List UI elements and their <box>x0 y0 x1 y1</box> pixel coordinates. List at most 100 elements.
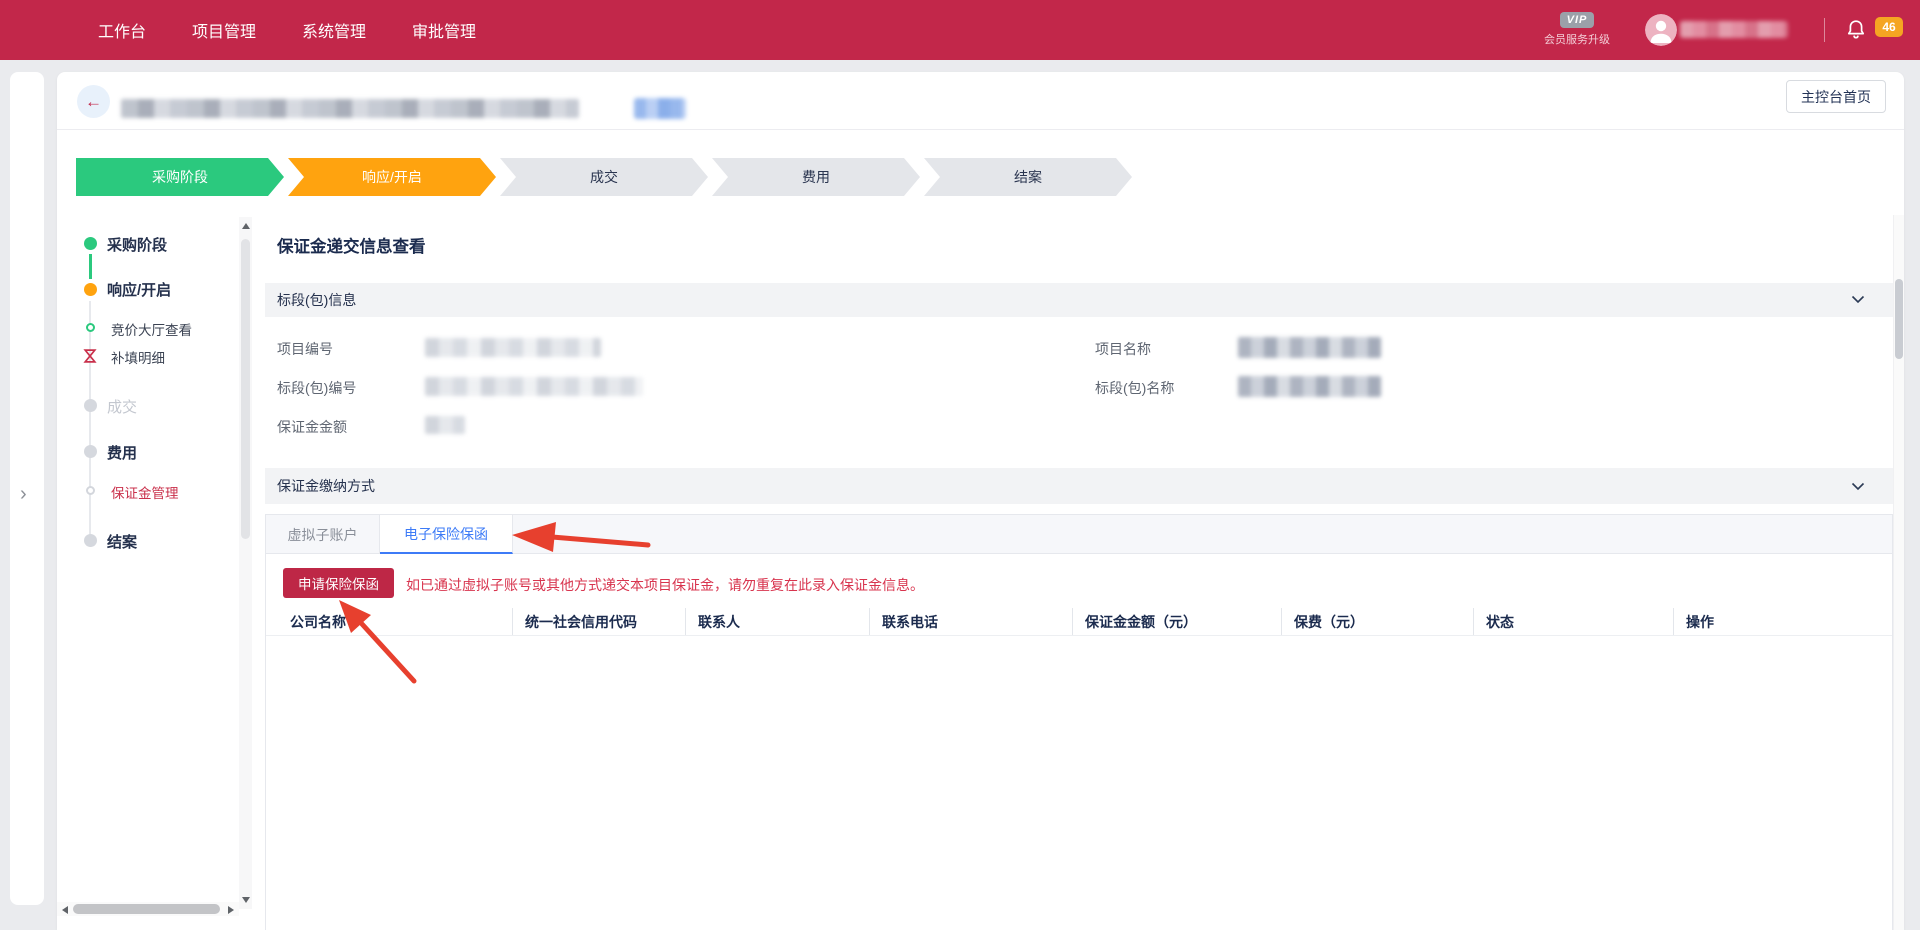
scroll-up-arrow-icon[interactable] <box>242 223 250 229</box>
sidebar-item-label: 成交 <box>107 396 137 417</box>
orange-dot-icon <box>84 283 97 296</box>
project-title-redacted <box>121 99 579 118</box>
payment-method-tab-panel: 虚拟子账户 电子保险保函 申请保险保函 如已通过虚拟子账号或其他方式递交本项目保… <box>265 514 1893 930</box>
vip-caption: 会员服务升级 <box>1534 31 1620 47</box>
step-label: 采购阶段 <box>152 167 208 187</box>
sidebar-item-label: 保证金管理 <box>111 482 179 502</box>
scrollbar-thumb[interactable] <box>241 239 250 539</box>
sidebar-item-deposit-management[interactable]: 保证金管理 <box>73 482 179 502</box>
field-value-project-name-redacted <box>1238 337 1381 358</box>
field-label-package-no: 标段(包)编号 <box>277 378 356 398</box>
main-content: 保证金递交信息查看 标段(包)信息 项目编号 项目名称 标段(包)编号 标段(包… <box>265 215 1893 930</box>
step-procurement[interactable]: 采购阶段 <box>76 158 284 196</box>
nav-item-workbench[interactable]: 工作台 <box>98 18 146 42</box>
collapse-chevron-icon[interactable] <box>1851 482 1865 491</box>
nav-item-system-management[interactable]: 系统管理 <box>302 18 366 42</box>
step-label: 响应/开启 <box>362 167 422 187</box>
tab-electronic-insurance-guarantee[interactable]: 电子保险保函 <box>380 515 513 554</box>
gray-dot-icon <box>84 534 97 547</box>
section-deposit-payment-method: 保证金缴纳方式 <box>265 468 1893 504</box>
scrollbar-thumb[interactable] <box>1895 279 1903 359</box>
sidebar-item-procurement-stage[interactable]: 采购阶段 <box>73 234 167 255</box>
tab-bar: 虚拟子账户 电子保险保函 <box>266 515 1892 554</box>
step-label: 费用 <box>802 167 830 187</box>
scroll-down-arrow-icon[interactable] <box>242 897 250 903</box>
sidebar-item-fee[interactable]: 费用 <box>73 442 137 463</box>
main-card: ← 主控台首页 采购阶段 响应/开启 成交 费用 结案 采购阶段 响应/开启 竞… <box>57 72 1904 930</box>
section-title: 保证金缴纳方式 <box>277 476 375 496</box>
nav-item-approval-management[interactable]: 审批管理 <box>412 18 476 42</box>
tab-virtual-subaccount[interactable]: 虚拟子账户 <box>266 515 380 554</box>
gray-ring-icon <box>86 486 95 495</box>
sidebar-item-label: 结案 <box>107 531 137 552</box>
step-response-open[interactable]: 响应/开启 <box>288 158 496 196</box>
gray-dot-icon <box>84 445 97 458</box>
duplicate-deposit-warning-text: 如已通过虚拟子账号或其他方式递交本项目保证金，请勿重复在此录入保证金信息。 <box>406 575 924 595</box>
field-value-package-name-redacted <box>1238 376 1381 397</box>
timeline-connector-done <box>89 254 92 279</box>
column-company-name: 公司名称 <box>266 608 512 635</box>
field-label-deposit-amount: 保证金金额 <box>277 417 347 437</box>
back-arrow-icon: ← <box>85 92 102 112</box>
sidebar-item-case-close[interactable]: 结案 <box>73 531 137 552</box>
step-label: 结案 <box>1014 167 1042 187</box>
column-credit-code: 统一社会信用代码 <box>512 608 685 635</box>
step-label: 成交 <box>590 167 618 187</box>
content-vertical-scrollbar[interactable] <box>1893 215 1904 930</box>
sidebar-item-label: 费用 <box>107 442 137 463</box>
expand-rail-chevron-icon[interactable]: › <box>20 484 27 504</box>
scroll-right-arrow-icon[interactable] <box>228 906 234 914</box>
username-redacted <box>1680 21 1788 38</box>
top-navigation-bar: 工作台 项目管理 系统管理 审批管理 VIP 会员服务升级 46 <box>0 0 1920 60</box>
main-menu: 工作台 项目管理 系统管理 审批管理 <box>98 18 476 42</box>
user-avatar[interactable] <box>1645 14 1677 46</box>
nav-item-project-management[interactable]: 项目管理 <box>192 18 256 42</box>
field-label-package-name: 标段(包)名称 <box>1095 378 1174 398</box>
sidebar-item-label: 竞价大厅查看 <box>111 319 192 339</box>
table-header-row: 公司名称 统一社会信用代码 联系人 联系电话 保证金金额（元） 保费（元） 状态… <box>266 608 1892 636</box>
sidebar-item-deal[interactable]: 成交 <box>73 396 137 417</box>
sidebar-item-label: 响应/开启 <box>107 279 171 300</box>
column-premium: 保费（元） <box>1281 608 1473 635</box>
scroll-left-arrow-icon[interactable] <box>62 906 68 914</box>
section-bid-package-info: 标段(包)信息 <box>265 283 1893 317</box>
field-value-deposit-amount-redacted <box>425 416 465 434</box>
sidebar-item-fill-details[interactable]: 补填明细 <box>73 347 165 367</box>
notification-bell-icon[interactable] <box>1844 18 1868 42</box>
collapsed-side-rail: › <box>10 72 44 905</box>
console-home-button[interactable]: 主控台首页 <box>1786 80 1886 113</box>
hourglass-icon <box>83 348 97 364</box>
field-label-project-no: 项目编号 <box>277 339 333 359</box>
column-contact-person: 联系人 <box>685 608 869 635</box>
sidebar-vertical-scrollbar[interactable] <box>239 217 252 909</box>
column-status: 状态 <box>1473 608 1673 635</box>
apply-insurance-guarantee-button[interactable]: 申请保险保函 <box>283 568 394 598</box>
field-label-project-name: 项目名称 <box>1095 339 1151 359</box>
step-deal[interactable]: 成交 <box>500 158 708 196</box>
sidebar-item-label: 补填明细 <box>111 347 165 367</box>
gray-dot-icon <box>84 399 97 412</box>
sidebar-item-label: 采购阶段 <box>107 234 167 255</box>
vip-upgrade[interactable]: VIP 会员服务升级 <box>1534 10 1620 47</box>
vip-icon: VIP <box>1560 12 1595 28</box>
status-chip-redacted <box>634 98 686 119</box>
step-fee[interactable]: 费用 <box>712 158 920 196</box>
notification-count-badge[interactable]: 46 <box>1875 17 1903 37</box>
field-value-project-no-redacted <box>425 338 601 357</box>
green-dot-icon <box>84 237 97 250</box>
page-header-row: ← 主控台首页 <box>57 72 1904 130</box>
step-close[interactable]: 结案 <box>924 158 1132 196</box>
collapse-chevron-icon[interactable] <box>1851 295 1865 304</box>
green-ring-icon <box>86 323 95 332</box>
column-actions: 操作 <box>1673 608 1892 635</box>
sidebar-item-response-open[interactable]: 响应/开启 <box>73 279 171 300</box>
person-icon <box>1645 14 1677 46</box>
process-steps: 采购阶段 响应/开启 成交 费用 结案 <box>76 158 1132 196</box>
field-value-package-no-redacted <box>425 377 643 396</box>
scrollbar-thumb[interactable] <box>73 904 220 914</box>
sidebar-horizontal-scrollbar[interactable] <box>57 902 239 916</box>
sidebar-item-bidding-hall[interactable]: 竞价大厅查看 <box>73 319 192 339</box>
back-button[interactable]: ← <box>77 85 110 118</box>
stage-timeline-sidebar: 采购阶段 响应/开启 竞价大厅查看 补填明细 成交 费用 保证 <box>73 217 239 907</box>
column-contact-phone: 联系电话 <box>869 608 1072 635</box>
